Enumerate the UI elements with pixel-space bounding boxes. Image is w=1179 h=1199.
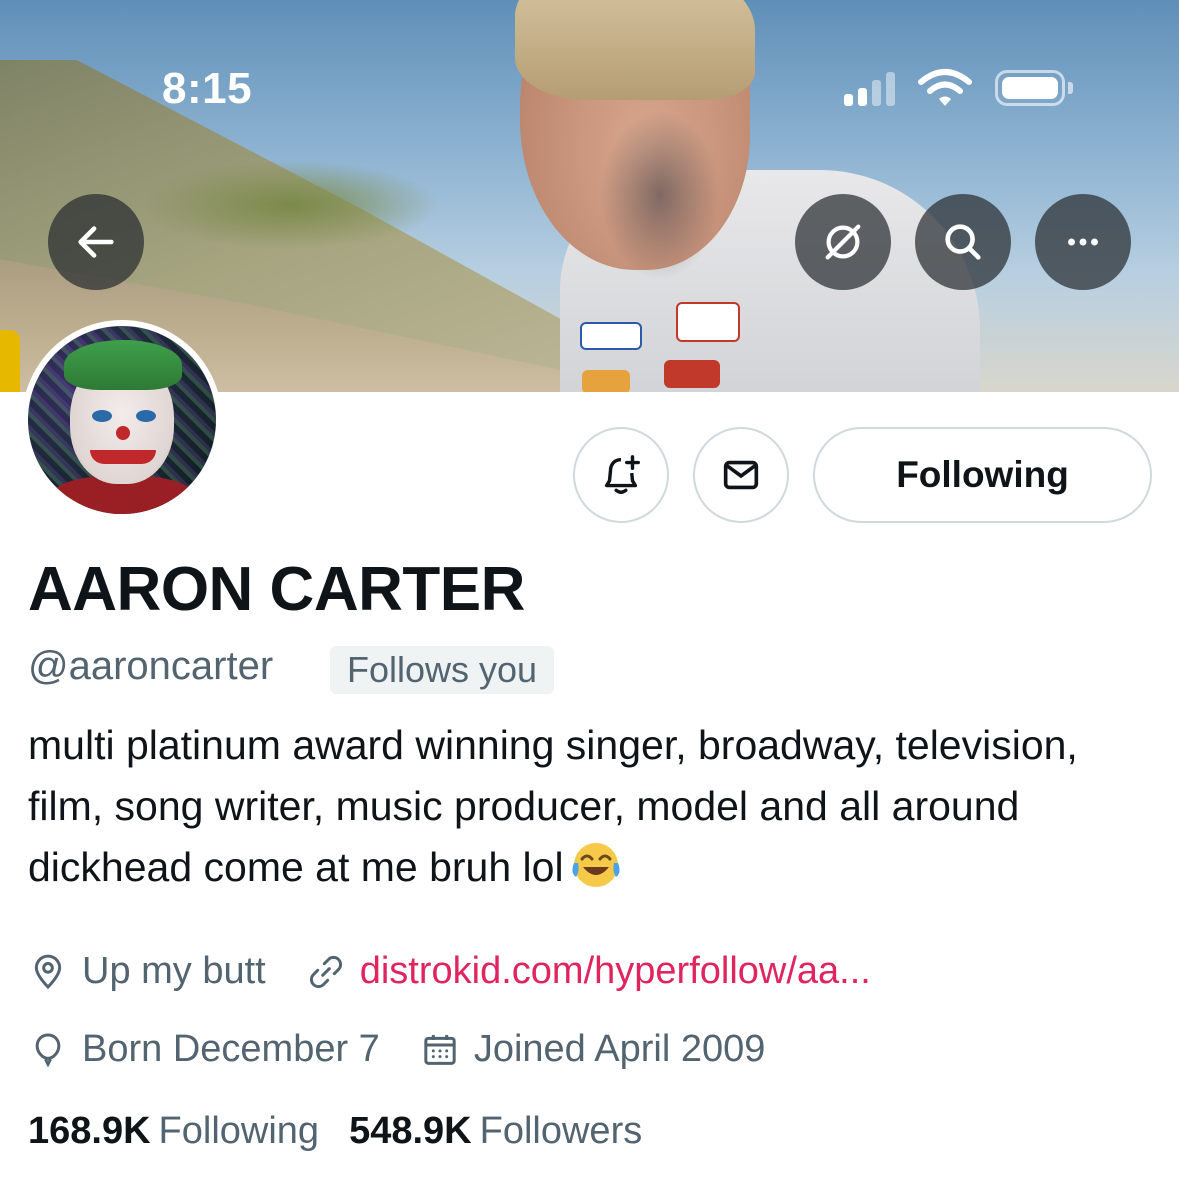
status-time: 8:15: [162, 64, 253, 113]
location-item: Up my butt: [28, 950, 266, 993]
arrow-left-icon: [78, 226, 114, 258]
following-label: Following: [158, 1110, 320, 1152]
joined-item: Joined April 2009: [420, 1028, 766, 1071]
circle-slash-icon: [825, 224, 861, 260]
banner-patch: [664, 360, 720, 388]
birthday-item: Born December 7: [28, 1028, 380, 1071]
website-item[interactable]: distrokid.com/hyperfollow/aa...: [306, 950, 871, 993]
mute-button[interactable]: [795, 194, 891, 290]
profile-avatar[interactable]: [22, 320, 222, 520]
location-text: Up my butt: [82, 950, 266, 992]
joined-text: Joined April 2009: [473, 1028, 766, 1070]
banner-motorcycle: [0, 330, 20, 392]
face-with-tears-of-joy-icon: [571, 843, 620, 887]
following-count: 168.9K: [28, 1110, 151, 1152]
battery-icon: [995, 70, 1073, 106]
profile-meta-row-2: Born December 7 Joined April 2009: [28, 1028, 805, 1071]
more-button[interactable]: [1035, 194, 1131, 290]
user-handle: @aaroncarter: [28, 644, 274, 688]
banner-rider-hair: [515, 0, 755, 100]
profile-bio: multi platinum award winning singer, bro…: [28, 715, 1158, 898]
website-link[interactable]: distrokid.com/hyperfollow/aa...: [360, 950, 871, 993]
following-stat[interactable]: 168.9K Following: [28, 1110, 319, 1153]
followers-label: Followers: [479, 1110, 643, 1152]
cellular-signal-icon: [844, 70, 895, 106]
bio-text: multi platinum award winning singer, bro…: [28, 722, 1078, 890]
banner-patch: [676, 302, 740, 342]
notifications-button[interactable]: [573, 427, 669, 523]
banner-brush: [140, 160, 440, 250]
banner-patch: [580, 322, 642, 350]
envelope-icon: [723, 460, 759, 490]
bell-plus-icon: [604, 455, 640, 494]
balloon-icon: [35, 1032, 61, 1068]
avatar-image: [28, 326, 216, 514]
following-button[interactable]: Following: [813, 427, 1152, 523]
followers-count: 548.9K: [349, 1110, 472, 1152]
display-name: AARON CARTER: [28, 555, 525, 624]
search-icon: [945, 224, 981, 260]
search-button[interactable]: [915, 194, 1011, 290]
follow-stats: 168.9K Following 548.9K Followers: [28, 1110, 672, 1153]
wifi-icon: [918, 69, 972, 106]
calendar-icon: [424, 1034, 456, 1065]
link-icon: [309, 955, 342, 988]
back-button[interactable]: [48, 194, 144, 290]
birthday-text: Born December 7: [82, 1028, 380, 1070]
banner-patch: [582, 370, 630, 392]
profile-meta-row-1: Up my butt distrokid.com/hyperfollow/aa.…: [28, 950, 911, 993]
followers-stat[interactable]: 548.9K Followers: [349, 1110, 642, 1153]
more-icon: [1068, 238, 1098, 246]
status-icons: [844, 68, 1073, 108]
location-pin-icon: [34, 954, 62, 989]
follows-you-badge: Follows you: [330, 646, 555, 694]
banner-tattoo: [600, 110, 720, 280]
message-button[interactable]: [693, 427, 789, 523]
